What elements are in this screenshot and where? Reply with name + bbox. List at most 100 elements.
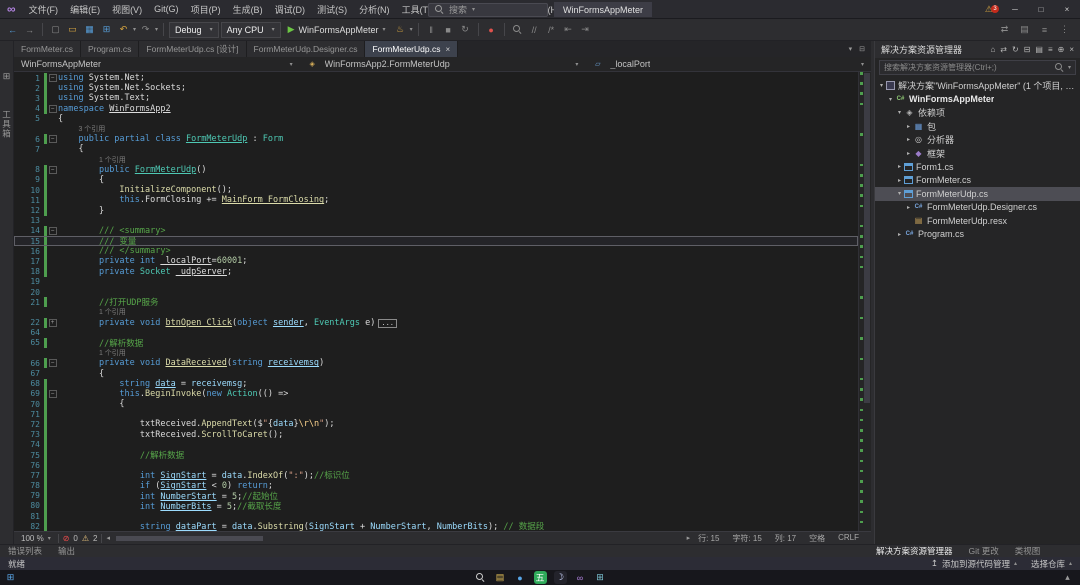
zoom-select[interactable]: 100 % ▾ [18,534,54,543]
chevron-right-icon[interactable]: ▸ [895,177,904,184]
toolbar-overflow-icon[interactable]: ⋮ [1057,22,1072,38]
code-line[interactable]: 6− public partial class FormMeterUdp : F… [14,134,858,144]
search-button[interactable] [474,571,487,584]
panel-tab-1[interactable]: 输出 [50,545,83,557]
menu-view[interactable]: 视图(V) [106,0,148,18]
fold-collapse-icon[interactable]: − [49,105,57,113]
code-line[interactable]: 17 private int _localPort=60001; [14,256,858,266]
breadcrumb-project-dropdown[interactable]: WinFormsAppMeter ▾ [14,57,300,71]
home-icon[interactable]: ⌂ [990,45,995,54]
chevron-down-icon[interactable]: ▾ [410,26,413,33]
menu-git[interactable]: Git(G) [148,0,185,18]
maximize-button[interactable]: □ [1028,0,1054,18]
panel-tab-se-0[interactable]: 解决方案资源管理器 [868,545,961,557]
new-file-icon[interactable]: ▢ [48,22,63,38]
fold-collapse-icon[interactable]: − [49,166,57,174]
code-line[interactable]: 68 string data = receivemsg; [14,379,858,389]
tab-program-cs[interactable]: Program.cs [81,41,139,57]
codelens-row[interactable]: 1 个引用 [14,307,858,317]
scroll-left-button[interactable]: ◂ [106,534,110,542]
edge-button[interactable]: ● [514,571,527,584]
chevron-right-icon[interactable]: ▸ [895,163,904,170]
fold-collapse-icon[interactable]: − [49,390,57,398]
chevron-right-icon[interactable]: ▸ [904,204,913,211]
quick-search-box[interactable]: 搜索 ▾ [428,3,548,17]
code-line[interactable]: 21 //打开UDP服务 [14,297,858,307]
redo-icon[interactable]: ↷ [138,22,153,38]
breadcrumb-type-dropdown[interactable]: ◈ WinFormsApp2.FormMeterUdp ▾ [300,57,586,71]
code-line[interactable]: 82 string dataPart = data.Substring(Sign… [14,521,858,531]
vs-button[interactable]: ∞ [574,571,587,584]
codelens-row[interactable]: 1 个引用 [14,155,858,165]
explorer-button[interactable]: ▤ [494,571,507,584]
fold-collapse-icon[interactable]: − [49,74,57,82]
indent-icon[interactable]: ⇥ [578,22,593,38]
code-line[interactable]: 22+ private void btnOpen_Click(object se… [14,318,858,328]
fold-collapse-icon[interactable]: − [49,227,57,235]
code-line[interactable]: 66− private void DataReceived(string rec… [14,358,858,368]
menu-test[interactable]: 测试(S) [311,0,353,18]
minimize-button[interactable]: ─ [1002,0,1028,18]
toolbox-tab[interactable]: 工具箱 [1,110,13,139]
window-layout-button[interactable]: ⊟ [859,45,865,53]
line-indicator[interactable]: 行: 15 [698,533,719,544]
tree-item-program-cs[interactable]: ▸C#Program.cs [875,228,1080,242]
close-button[interactable]: × [1054,0,1080,18]
code-line[interactable]: 69− this.BeginInvoke(new Action(() => [14,389,858,399]
add-to-source-control-button[interactable]: ↥ 添加到源代码管理 ▴ [931,558,1017,570]
editor-vertical-scrollbar[interactable] [858,72,871,531]
start-debugging-button[interactable]: ▶ WinFormsAppMeter ▾ [283,22,391,38]
tab-list-button[interactable]: ▾ [849,45,853,53]
solution-platform-select[interactable]: Any CPU ▾ [221,22,281,38]
chevron-down-icon[interactable]: ▾ [155,26,158,33]
menu-build[interactable]: 生成(B) [227,0,269,18]
tray-expand-button[interactable]: ▴ [1061,571,1074,584]
error-count[interactable]: 0 [73,534,77,543]
menu-file[interactable]: 文件(F) [23,0,65,18]
restart-icon[interactable]: ↻ [458,22,473,38]
code-line[interactable]: 67 { [14,368,858,378]
tree-item-form1-cs[interactable]: ▸Form1.cs [875,160,1080,174]
save-all-icon[interactable]: ⊞ [99,22,114,38]
code-line[interactable]: 19 [14,277,858,287]
break-all-icon[interactable]: ‖ [424,22,439,38]
code-line[interactable]: 1−using System.Net; [14,73,858,83]
tab-formmeterudp-cs[interactable]: FormMeterUdp.cs× [365,41,458,57]
tool-window-icon[interactable]: ⊞ [3,71,11,82]
uncomment-icon[interactable]: /* [544,22,559,38]
tree-item-node-4[interactable]: ▸◎分析器 [875,133,1080,147]
undo-icon[interactable]: ↶ [116,22,131,38]
wubi-ime-button[interactable]: 五 [534,571,547,584]
code-line[interactable]: 3using System.Text; [14,93,858,103]
chevron-down-icon[interactable]: ▾ [895,190,904,197]
navigate-forward-icon[interactable]: → [22,22,37,38]
panel-tab-se-2[interactable]: 类视图 [1007,545,1049,557]
warning-count[interactable]: 2 [93,534,97,543]
codelens-references[interactable]: 1 个引用 [58,155,126,165]
hot-reload-icon[interactable]: ♨ [393,22,408,38]
tree-item-node-3[interactable]: ▸▦包 [875,120,1080,134]
find-icon[interactable] [510,22,525,38]
scrollbar-thumb[interactable] [116,536,263,541]
chevron-right-icon[interactable]: ▸ [904,136,913,143]
tab-formmeterudp-cs[interactable]: FormMeterUdp.cs [设计] [139,41,246,57]
tree-item-node-2[interactable]: ▾◈依赖项 [875,106,1080,120]
tree-item-winformsappmeter[interactable]: ▾C#WinFormsAppMeter [875,93,1080,107]
horizontal-scrollbar[interactable] [116,535,681,542]
code-line[interactable]: 15 /// 变量 [14,236,858,246]
code-line[interactable]: 72 txtReceived.AppendText($"{data}\r\n")… [14,419,858,429]
code-line[interactable]: 18 private Socket _udpServer; [14,267,858,277]
line-ending-indicator[interactable]: CRLF [838,533,859,544]
codelens-row[interactable]: 3 个引用 [14,124,858,134]
moon-app-button[interactable]: ☽ [554,571,567,584]
codelens-row[interactable]: 1 个引用 [14,348,858,358]
code-line[interactable]: 8− public FormMeterUdp() [14,165,858,175]
code-line[interactable]: 73 txtReceived.ScrollToCaret(); [14,430,858,440]
tab-formmeter-cs[interactable]: FormMeter.cs [14,41,81,57]
code-line[interactable]: 5{ [14,114,858,124]
code-line[interactable]: 16 /// </summary> [14,246,858,256]
chevron-down-icon[interactable]: ▾ [895,109,904,116]
code-line[interactable]: 11 this.FormClosing += MainForm_FormClos… [14,195,858,205]
code-line[interactable]: 2using System.Net.Sockets; [14,83,858,93]
codelens-references[interactable]: 1 个引用 [58,348,126,358]
